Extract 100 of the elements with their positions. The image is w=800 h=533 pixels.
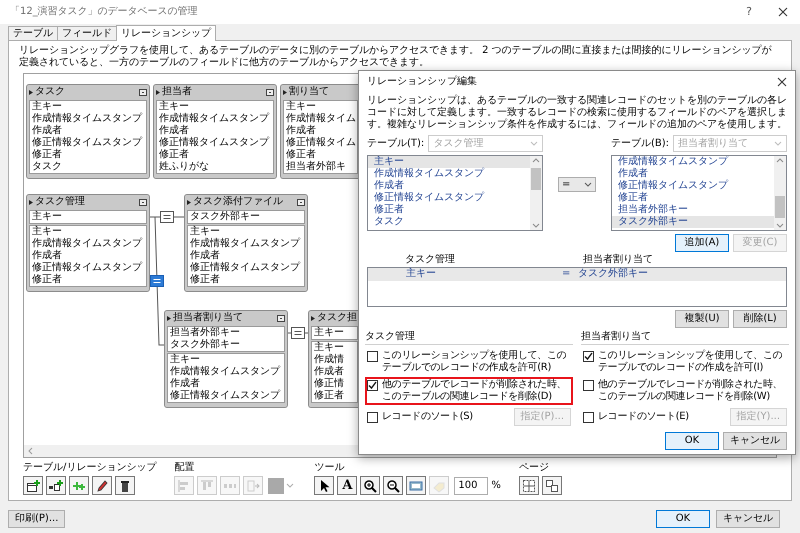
table-node[interactable]: 割り当て 主キー 作成情報タイム 作成者 修正情報タイム 修正者 担当者外部キ [280,84,358,179]
zoom-out-icon [386,478,400,492]
collapse-icon [139,198,147,206]
tab[interactable]: テーブル [8,26,58,40]
pair-field: 主キー [406,268,562,281]
field-name: 姓ふりがな [159,161,209,173]
table-name: タスク管理 [35,195,86,209]
arrow-icon [29,198,34,206]
operator-dropdown[interactable]: = [558,177,596,192]
checkbox[interactable] [367,351,378,362]
checkbox-label: 他のテーブルでレコードが削除された時、このテーブルの関連レコードを削除(D) [382,379,568,403]
field-name: 作成者 [32,125,62,136]
print-button[interactable]: 印刷(P)... [8,510,66,528]
scroll-up-icon [532,157,540,164]
tab[interactable]: リレーションシップ [116,25,216,41]
tool-button[interactable] [518,476,539,495]
collapse-icon [266,88,274,96]
table-node[interactable]: タスク管理 主キー 主キー 作成情報タイムスタンプ 作成者 修正情報タイムスタンプ 修正者 [26,194,150,292]
relationship-icon[interactable] [160,211,174,223]
table-name: タスク [35,85,66,99]
table-name: タスク担 [317,311,358,325]
relationship-icon[interactable] [291,327,305,339]
field-name: 作成情報タイムスタンプ [159,113,269,124]
checkbox[interactable] [583,351,594,362]
table-node[interactable]: 担当者割り当て 担当者外部キー タスク外部キー 主キー 作成情報タイムスタンプ 作成者 修正情報タイムスタンプ [164,310,288,408]
text-tool-button[interactable]: A [337,476,358,495]
field-name: 作成者 [190,250,220,262]
vertical-scrollbar[interactable] [774,156,786,230]
window-title: 「12_演習タスク」のデータベースの管理 [10,6,199,18]
arrow-icon [156,88,161,96]
vertical-scrollbar[interactable] [530,156,542,230]
tool-button[interactable] [360,476,380,495]
table-label: テーブル(T): [367,138,424,150]
table-name: 割り当て [289,85,330,99]
field-name: 作成情報タイム [286,113,356,124]
arrow-icon [167,314,172,322]
toolbar-group-label: テーブル/リレーションシップ [23,462,156,474]
cancel-button[interactable]: キャンセル [716,510,780,528]
field-name: タスク [32,161,62,173]
cancel-button[interactable]: キャンセル [723,432,787,450]
tool-button[interactable] [46,476,66,495]
toolbar-group-label: 配置 [174,462,196,474]
zoom-field[interactable]: 100 [454,476,488,494]
field-name: 作成者 [170,378,200,390]
table-name: 担当者割り当て [173,311,244,325]
caret-icon [774,140,782,147]
graph-description: リレーションシップグラフを使用して、あるテーブルのデータに別のテーブルからアクセスできます。 2 つのテーブルの間に直接または間接的にリレーションシップが定義されていると、一方のテーブルのフィールドに他方のテーブルからアクセスできます。 [18,44,773,70]
trash-icon [118,478,132,492]
ok-button[interactable]: OK [656,510,710,528]
field-name: 主キー [314,342,344,354]
tab[interactable]: フィールド [57,26,117,40]
checkbox-label: このリレーションシップを使用して、このテーブルでのレコードの作成を許可(R) [382,350,568,374]
tool-button[interactable] [314,476,334,495]
page-layout-icon [544,478,559,492]
table-node[interactable]: タスク担 主キー 主キー 作成情 作成者 修正情 修正者 [308,310,358,408]
column-header: タスク管理 [405,254,456,267]
checkbox[interactable] [367,412,378,423]
field-name: 作成情 [314,354,344,366]
field-name: 主キー [314,327,344,339]
field-name: 修正者 [314,390,344,402]
tool-button[interactable] [383,476,404,495]
pair-operator: = [562,268,572,281]
table-node[interactable]: タスク添付ファイル タスク外部キー 主キー 作成情報タイムスタンプ 作成者 修正情報タイムスタンプ 修正者 [184,194,308,292]
collapse-icon [139,88,147,96]
field-name: 修正者 [32,274,62,286]
tool-button[interactable] [92,476,112,495]
field-name: 修正者 [32,149,62,161]
field-name: 修正情 [314,378,344,390]
caret-icon [530,140,538,147]
duplicate-button[interactable]: 複製(U) [675,310,729,328]
scroll-down-icon [532,222,540,229]
field-name: 修正情報タイムスタンプ [32,262,142,274]
checkbox-label: レコードのソート(S) [382,411,474,423]
field-name: 主キー [32,211,62,223]
checkbox[interactable] [583,380,594,391]
page-grid-icon [522,478,536,492]
tool-button[interactable] [23,476,43,495]
table-plus-icon [26,478,40,492]
help-button[interactable]: ? [746,6,752,18]
table-label: テーブル(B): [611,138,670,150]
relationship-icon[interactable] [150,275,164,287]
ok-button[interactable]: OK [665,432,719,450]
tool-button[interactable] [115,476,135,495]
zoom-in-icon [363,478,378,492]
field-pair-row[interactable]: 主キー = タスク外部キー [368,268,786,281]
arrow-icon [283,88,288,96]
checkbox[interactable] [583,412,594,423]
caret-icon [584,181,592,188]
table-node[interactable]: タスク 主キー 作成情報タイムスタンプ 作成者 修正情報タイムスタンプ 修正者 タスク [26,84,150,179]
checkbox[interactable] [367,380,378,391]
pair-field: タスク外部キー [578,268,786,281]
table-node[interactable]: 担当者 主キー 作成情報タイムスタンプ 作成者 修正情報タイムスタンプ 修正者 姓ふりがな [153,84,277,179]
add-button[interactable]: 追加(A) [675,234,729,252]
field-name: 主キー [32,101,62,112]
resize-icon [246,478,260,492]
table-name: 担当者 [162,85,193,99]
pencil-icon [95,478,109,492]
delete-button[interactable]: 削除(L) [733,310,787,328]
field-name: 修正者 [190,274,220,286]
tool-button[interactable] [542,476,562,495]
